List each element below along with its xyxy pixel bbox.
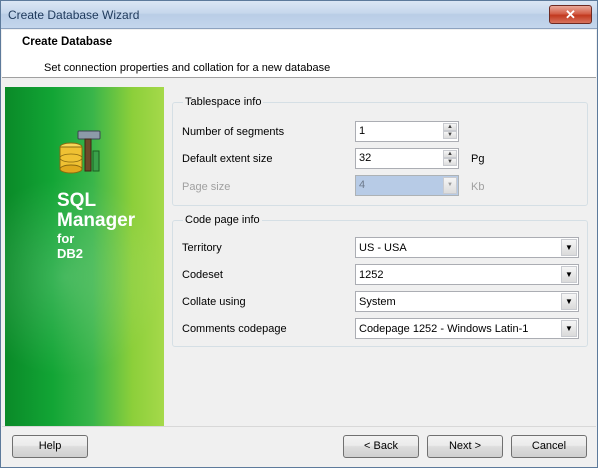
product-line4: DB2 (57, 246, 84, 261)
spin-up-icon[interactable]: ▲ (443, 150, 457, 158)
collate-label: Collate using (182, 296, 246, 308)
spin-down-icon[interactable]: ▼ (443, 131, 457, 139)
collate-select[interactable]: System ▼ (355, 291, 579, 312)
extent-value: 32 (359, 152, 372, 164)
chevron-down-icon[interactable]: ▼ (561, 320, 577, 337)
pagesize-value: 4 (359, 179, 366, 191)
close-icon: ✕ (565, 7, 576, 22)
footer-divider (2, 426, 596, 427)
back-button[interactable]: < Back (343, 435, 419, 458)
territory-label: Territory (182, 242, 222, 254)
product-name: SQL Manager for DB2 (57, 190, 136, 262)
product-line2: Manager (57, 210, 136, 231)
wizard-header: Create Database Set connection propertie… (2, 30, 596, 78)
product-line1: SQL (57, 190, 97, 211)
codeset-value: 1252 (359, 269, 384, 281)
comments-label: Comments codepage (182, 323, 287, 335)
pagesize-unit: Kb (471, 181, 485, 193)
title-bar[interactable]: Create Database Wizard ✕ (1, 1, 597, 29)
extent-unit: Pg (471, 153, 485, 165)
comments-codepage-select[interactable]: Codepage 1252 - Windows Latin-1 ▼ (355, 318, 579, 339)
extent-spinner[interactable]: 32 ▲ ▼ (355, 148, 459, 169)
close-button[interactable]: ✕ (549, 5, 592, 24)
spin-up-icon[interactable]: ▲ (443, 123, 457, 131)
chevron-down-icon[interactable]: ▼ (561, 239, 577, 256)
pagesize-label: Page size (182, 181, 231, 193)
db-hammer-icon (59, 130, 101, 174)
segments-label: Number of segments (182, 126, 285, 138)
territory-select[interactable]: US - USA ▼ (355, 237, 579, 258)
cancel-button[interactable]: Cancel (511, 435, 587, 458)
product-banner: SQL Manager for DB2 (5, 87, 164, 426)
territory-value: US - USA (359, 242, 407, 254)
comments-value: Codepage 1252 - Windows Latin-1 (359, 323, 529, 335)
page-subtitle: Set connection properties and collation … (44, 62, 331, 74)
window-title: Create Database Wizard (8, 8, 140, 22)
codepage-legend: Code page info (183, 214, 262, 226)
codeset-label: Codeset (182, 269, 223, 281)
spin-down-icon[interactable]: ▼ (443, 158, 457, 166)
segments-spin-buttons: ▲ ▼ (443, 123, 457, 140)
codeset-select[interactable]: 1252 ▼ (355, 264, 579, 285)
help-button[interactable]: Help (12, 435, 88, 458)
segments-spinner[interactable]: 1 ▲ ▼ (355, 121, 459, 142)
tablespace-legend: Tablespace info (183, 96, 264, 108)
pagesize-combo: 4 ▼ (355, 175, 459, 196)
segments-value: 1 (359, 125, 366, 137)
chevron-down-icon[interactable]: ▼ (561, 293, 577, 310)
wizard-window: Create Database Wizard ✕ Create Database… (0, 0, 598, 468)
next-button[interactable]: Next > (427, 435, 503, 458)
extent-label: Default extent size (182, 153, 273, 165)
pagesize-dropdown: ▼ (443, 177, 457, 194)
extent-spin-buttons: ▲ ▼ (443, 150, 457, 167)
page-title: Create Database (22, 36, 113, 48)
chevron-down-icon[interactable]: ▼ (561, 266, 577, 283)
chevron-down-icon: ▼ (443, 177, 457, 194)
product-line3: for (57, 231, 75, 246)
collate-value: System (359, 296, 396, 308)
